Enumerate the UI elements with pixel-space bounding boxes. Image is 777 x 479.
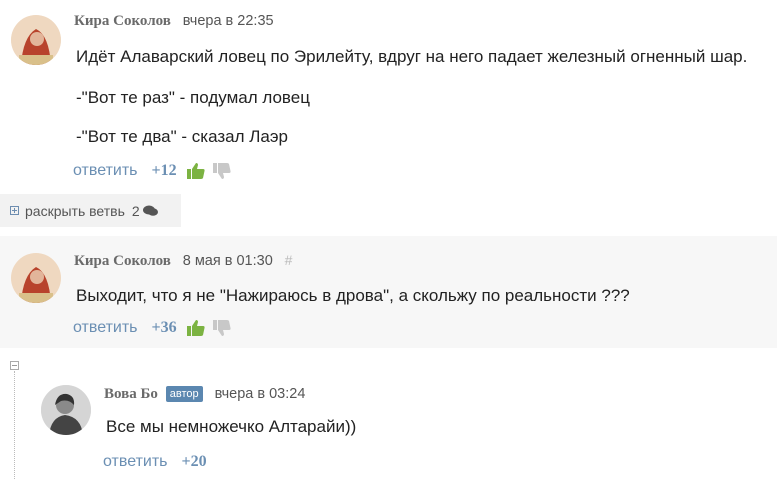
avatar[interactable] [41,385,91,435]
reply-link[interactable]: ответить [73,319,138,337]
thumb-down-icon[interactable] [212,320,231,336]
minus-square-icon[interactable] [10,361,19,370]
thumb-down-icon[interactable] [212,163,231,179]
vote-score: +36 [151,319,177,336]
comment-date[interactable]: вчера в 03:24 [215,386,306,402]
avatar[interactable] [11,253,61,303]
reply-link[interactable]: ответить [73,162,138,180]
comment-3: Вова Бо автор вчера в 03:24 Все мы немно… [0,370,777,479]
comment-text-line: Идёт Алаварский ловец по Эрилейту, вдруг… [76,47,748,66]
comment-text-line: Все мы немножечко Алтарайи)) [106,417,357,436]
comment-header: Кира Соколов 8 мая в 01:30 # [74,252,292,270]
comment-actions: ответить +36 [73,319,231,337]
comment-text-line: Выходит, что я не "Нажираюсь в дрова", а… [76,286,630,305]
author-name[interactable]: Кира Соколов [74,13,171,29]
expand-thread-button[interactable]: раскрыть ветвь 2 [0,194,181,227]
author-name[interactable]: Кира Соколов [74,253,171,269]
chat-bubble-icon [142,205,158,217]
vote-score: +12 [151,162,177,179]
comment-2: Кира Соколов 8 мая в 01:30 # Выходит, чт… [0,236,777,348]
comment-date[interactable]: 8 мая в 01:30 [183,253,273,269]
comment-text-line: -"Вот те два" - сказал Лаэр [76,127,288,146]
avatar[interactable] [11,15,61,65]
vote-score: +20 [181,453,207,470]
comment-header: Вова Бо автор вчера в 03:24 [104,385,305,403]
expand-thread-label: раскрыть ветвь [25,202,125,219]
comment-actions: ответить +12 [73,162,231,180]
comment-date[interactable]: вчера в 22:35 [183,13,274,29]
author-name[interactable]: Вова Бо [104,386,158,402]
reply-link[interactable]: ответить [103,453,168,471]
comment-1: Кира Соколов вчера в 22:35 Идёт Алаварск… [0,0,777,190]
comment-header: Кира Соколов вчера в 22:35 [74,12,274,30]
thumb-up-icon[interactable] [186,320,205,336]
comment-actions: ответить +20 [103,453,207,471]
author-badge: автор [165,386,203,402]
comment-text-line: -"Вот те раз" - подумал ловец [76,88,310,107]
plus-square-icon [10,206,19,215]
thumb-up-icon[interactable] [186,163,205,179]
permalink-hash[interactable]: # [285,252,293,268]
reply-count: 2 [131,202,140,219]
